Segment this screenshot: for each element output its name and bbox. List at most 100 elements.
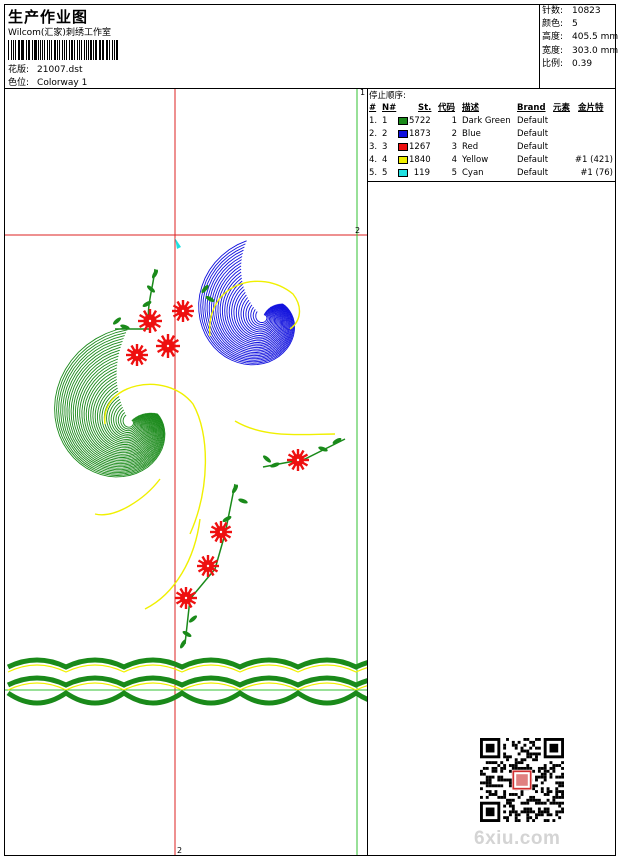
qr-module: [535, 755, 538, 759]
qr-module: [514, 758, 518, 762]
qr-module: [506, 816, 509, 820]
red-flower-center: [181, 309, 185, 313]
qr-module: [500, 784, 504, 788]
qr-module: [488, 793, 492, 796]
stat-value: 5: [572, 19, 578, 30]
qr-module: [558, 801, 562, 805]
barcode-bar: [17, 40, 20, 60]
cell-st: 1267: [409, 142, 431, 152]
qr-module: [506, 798, 509, 802]
qr-module: [529, 816, 533, 820]
qr-module: [526, 749, 530, 753]
qr-module: [506, 819, 509, 822]
qr-module: [558, 816, 562, 820]
qr-module: [526, 752, 530, 756]
qr-module: [561, 784, 564, 788]
qr-module: [523, 807, 527, 811]
qr-finder-core: [485, 807, 495, 817]
barcode-bar: [54, 40, 57, 60]
qr-module: [546, 787, 550, 791]
border-scallop-band: [6, 657, 367, 670]
qr-module: [543, 793, 547, 796]
qr-module: [480, 795, 483, 799]
barcode-bar: [13, 40, 14, 60]
design-label: 花版:: [8, 65, 30, 75]
qr-module: [535, 758, 538, 762]
yellow-spiral-outline: [94, 478, 161, 516]
barcode-bar: [69, 40, 70, 60]
col-n: N#: [382, 103, 397, 113]
leaf: [188, 615, 198, 623]
qr-module: [529, 798, 533, 802]
qr-module: [491, 769, 495, 773]
qr-module: [520, 801, 524, 805]
qr-module: [508, 781, 512, 785]
qr-module: [482, 772, 486, 776]
qr-module: [520, 761, 524, 765]
red-flower-center: [296, 458, 300, 462]
qr-module: [555, 775, 559, 779]
qr-module: [535, 738, 538, 741]
cell-n: 1: [382, 116, 388, 126]
qr-module: [549, 790, 553, 794]
qr-module: [546, 813, 550, 817]
barcode-bar: [86, 40, 87, 60]
qr-module: [535, 813, 538, 817]
border-scallop-band: [6, 689, 367, 706]
cell-desc: Red: [462, 142, 479, 152]
table-header: # N# St. 代码 描述 Brand 元素 金片特: [369, 102, 615, 115]
table-row[interactable]: 3. 3 1267 3 Red Default: [369, 141, 615, 154]
qr-module: [503, 766, 507, 770]
barcode-bar: [42, 40, 44, 60]
qr-module: [552, 801, 556, 805]
qr-module: [491, 766, 495, 770]
qr-module: [488, 781, 492, 785]
table-row[interactable]: 2. 2 1873 2 Blue Default: [369, 128, 615, 141]
qr-module: [494, 766, 498, 770]
qr-module: [514, 810, 518, 814]
barcode-bar: [40, 40, 42, 60]
cell-num: 1.: [369, 116, 378, 126]
cell-num: 2.: [369, 129, 378, 139]
qr-module: [561, 775, 564, 779]
qr-module: [558, 804, 562, 808]
qr-finder-core: [549, 743, 559, 753]
qr-module: [543, 772, 547, 776]
header-divider: [539, 4, 540, 88]
barcode-bar: [32, 40, 34, 60]
qr-module: [546, 810, 550, 814]
table-row[interactable]: 1. 1 5722 1 Dark Green Default: [369, 115, 615, 128]
qr-module: [517, 740, 521, 744]
border-scallop-band: [6, 675, 367, 688]
table-row[interactable]: 4. 4 1840 4 Yellow Default #1 (421): [369, 154, 615, 167]
qr-module: [482, 781, 486, 785]
barcode-bar: [14, 40, 16, 60]
cell-num: 3.: [369, 142, 378, 152]
qr-module: [523, 749, 527, 753]
qr-module: [508, 798, 512, 802]
barcode-bar: [90, 40, 92, 60]
qr-module: [523, 801, 527, 805]
table-row[interactable]: 5. 5 119 5 Cyan Default #1 (76): [369, 167, 615, 180]
qr-module: [561, 810, 564, 814]
qr-module: [523, 810, 527, 814]
qr-module: [491, 761, 495, 765]
qr-module: [523, 738, 527, 741]
qr-module: [561, 801, 564, 805]
qr-module: [558, 810, 562, 814]
barcode-bar: [47, 40, 48, 60]
qr-module: [535, 778, 538, 782]
qr-module: [514, 819, 518, 822]
qr-module: [526, 764, 530, 767]
stat-height: 高度: 405.5 mm: [542, 31, 618, 44]
qr-module: [503, 778, 507, 782]
qr-module: [488, 790, 492, 794]
qr-module: [555, 781, 559, 785]
stat-ratio: 比例: 0.39: [542, 58, 618, 71]
qr-module: [552, 819, 556, 822]
qr-module: [546, 798, 550, 802]
qr-module: [485, 795, 489, 799]
qr-module: [520, 793, 524, 796]
qr-module: [558, 795, 562, 799]
qr-module: [555, 787, 559, 791]
